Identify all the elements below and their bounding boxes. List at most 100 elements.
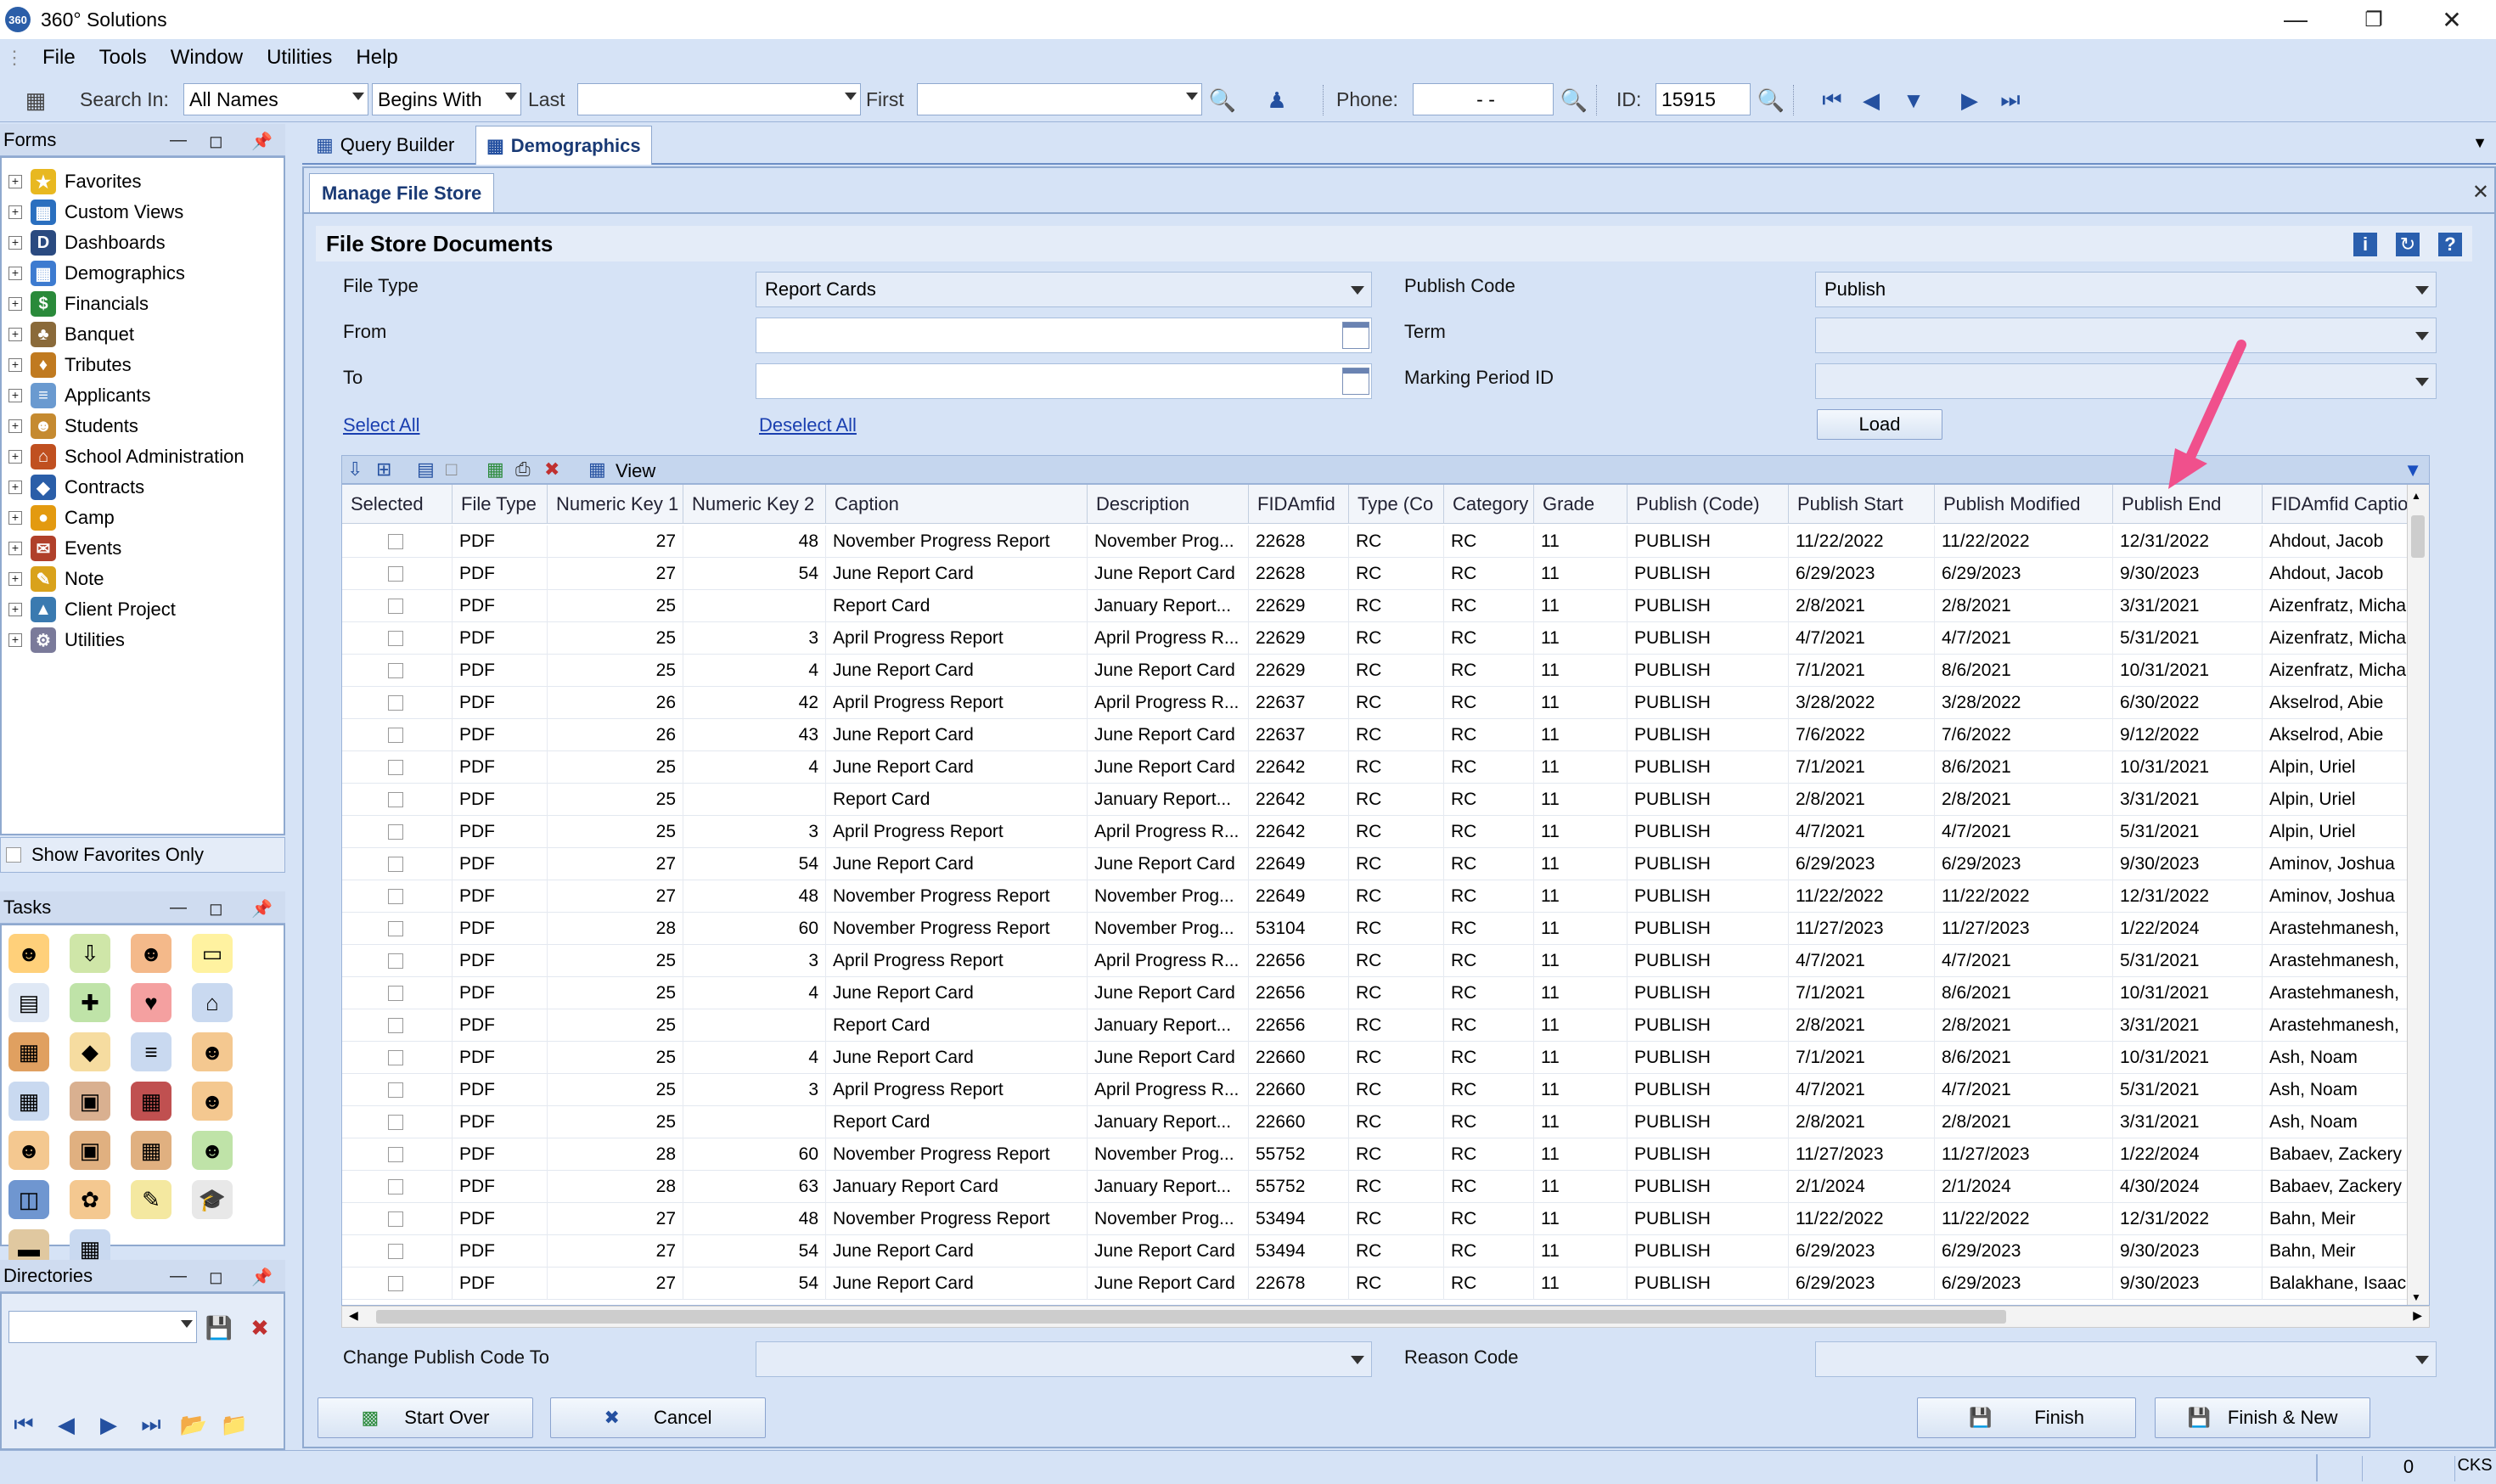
row-select-checkbox[interactable] xyxy=(388,1050,403,1065)
tree-item-students[interactable]: + ☻ Students xyxy=(8,411,138,441)
expand-icon[interactable]: + xyxy=(8,175,22,188)
to-date-input[interactable] xyxy=(756,363,1372,399)
dir-previous-icon[interactable]: ◀ xyxy=(51,1409,82,1440)
panel-minimize-button[interactable]: — xyxy=(170,131,187,150)
column-header[interactable]: FIDAmfid xyxy=(1249,485,1349,524)
close-button[interactable]: ✕ xyxy=(2418,0,2486,39)
finish-button[interactable]: 💾 Finish xyxy=(1917,1397,2136,1438)
column-header[interactable]: Description xyxy=(1088,485,1249,524)
calendar-icon[interactable] xyxy=(1342,322,1369,349)
menu-file[interactable]: File xyxy=(42,46,76,70)
horizontal-scrollbar[interactable]: ◀ ▶ xyxy=(341,1306,2430,1328)
column-header[interactable]: Grade xyxy=(1534,485,1627,524)
task-map-icon[interactable]: ✚ xyxy=(70,983,110,1022)
expand-icon[interactable]: + xyxy=(8,450,22,464)
folder-open-icon[interactable]: 📂 xyxy=(178,1409,209,1440)
task-folder-icon[interactable]: ▦ xyxy=(8,1032,49,1071)
row-select-checkbox[interactable] xyxy=(388,1276,403,1291)
id-search-icon[interactable]: 🔍 xyxy=(1756,85,1786,115)
table-row[interactable]: PDF 25 3 April Progress Report April Progres… xyxy=(342,945,2429,977)
menu-window[interactable]: Window xyxy=(171,46,243,70)
expand-icon[interactable]: + xyxy=(8,542,22,555)
row-select-checkbox[interactable] xyxy=(388,889,403,904)
row-select-checkbox[interactable] xyxy=(388,857,403,872)
task-people-icon[interactable]: ☻ xyxy=(192,1082,233,1121)
delete-directory-icon[interactable]: ✖ xyxy=(245,1313,275,1343)
table-row[interactable]: PDF 28 63 January Report Card January Report… xyxy=(342,1171,2429,1203)
row-select-checkbox[interactable] xyxy=(388,1147,403,1162)
folder-delete-icon[interactable]: 📁 xyxy=(219,1409,250,1440)
row-select-checkbox[interactable] xyxy=(388,760,403,775)
view-icon[interactable]: ▦ xyxy=(588,458,606,481)
column-header[interactable]: Selected xyxy=(342,485,453,524)
panel-minimize-button[interactable]: — xyxy=(170,1267,187,1286)
columns-icon[interactable]: ▤ xyxy=(417,458,435,481)
tab-query-builder[interactable]: ▦ Query Builder xyxy=(306,126,464,165)
find-icon[interactable]: 🔍 xyxy=(1207,85,1238,115)
task-contact-icon[interactable]: ☻ xyxy=(131,934,171,973)
row-select-checkbox[interactable] xyxy=(388,663,403,678)
start-over-button[interactable]: ▩ Start Over xyxy=(318,1397,533,1438)
task-graduation-cap-icon[interactable]: 🎓 xyxy=(192,1180,233,1219)
panel-maximize-button[interactable]: ◻ xyxy=(209,131,223,152)
row-select-checkbox[interactable] xyxy=(388,953,403,969)
scroll-up-icon[interactable]: ▲ xyxy=(2411,490,2421,502)
task-download-icon[interactable]: ⇩ xyxy=(70,934,110,973)
grid-layout-icon[interactable]: ⊞ xyxy=(376,458,391,481)
row-select-checkbox[interactable] xyxy=(388,534,403,549)
phone-search-icon[interactable]: 🔍 xyxy=(1559,85,1589,115)
search-in-select[interactable]: All Names xyxy=(183,83,368,115)
excel-icon[interactable]: ▦ xyxy=(486,458,504,481)
table-row[interactable]: PDF 27 54 June Report Card June Report Card 2… xyxy=(342,558,2429,590)
column-header[interactable]: File Type xyxy=(453,485,548,524)
tree-item-banquet[interactable]: + ♣ Banquet xyxy=(8,319,134,350)
first-name-input[interactable] xyxy=(917,83,1202,115)
table-row[interactable]: PDF 25 4 June Report Card June Report Card 22… xyxy=(342,1042,2429,1074)
table-row[interactable]: PDF 27 48 November Progress Report November … xyxy=(342,880,2429,913)
menu-tools[interactable]: Tools xyxy=(99,46,147,70)
expand-icon[interactable]: + xyxy=(8,603,22,616)
last-record-icon[interactable]: ⏭ xyxy=(1995,85,2026,115)
save-directory-icon[interactable]: 💾 xyxy=(204,1313,234,1343)
file-type-select[interactable]: Report Cards xyxy=(756,272,1372,307)
table-row[interactable]: PDF 25 3 April Progress Report April Progres… xyxy=(342,816,2429,848)
row-select-checkbox[interactable] xyxy=(388,631,403,646)
panel-minimize-button[interactable]: — xyxy=(170,898,187,918)
table-row[interactable]: PDF 25 3 April Progress Report April Progres… xyxy=(342,1074,2429,1106)
tree-item-events[interactable]: + ✉ Events xyxy=(8,533,121,564)
expand-icon[interactable]: + xyxy=(8,358,22,372)
tree-item-financials[interactable]: + $ Financials xyxy=(8,289,149,319)
table-row[interactable]: PDF 25 4 June Report Card June Report Card 22… xyxy=(342,655,2429,687)
task-note-icon[interactable]: ▭ xyxy=(192,934,233,973)
from-date-input[interactable] xyxy=(756,318,1372,353)
column-header[interactable]: Numeric Key 2 xyxy=(683,485,826,524)
row-select-checkbox[interactable] xyxy=(388,792,403,807)
task-target-icon[interactable]: ✿ xyxy=(70,1180,110,1219)
table-row[interactable]: PDF 27 48 November Progress Report November … xyxy=(342,1203,2429,1235)
table-row[interactable]: PDF 25 4 June Report Card June Report Card 22… xyxy=(342,751,2429,784)
row-select-checkbox[interactable] xyxy=(388,1115,403,1130)
row-select-checkbox[interactable] xyxy=(388,986,403,1001)
panel-pin-icon[interactable]: 📌 xyxy=(251,1267,273,1288)
table-row[interactable]: PDF 27 48 November Progress Report November … xyxy=(342,526,2429,558)
expand-icon[interactable]: + xyxy=(8,389,22,402)
search-panel-icon[interactable]: ▦ xyxy=(20,85,51,115)
tree-item-demographics[interactable]: + ▦ Demographics xyxy=(8,258,185,289)
column-header[interactable]: Caption xyxy=(826,485,1088,524)
next-record-icon[interactable]: ▶ xyxy=(1954,85,1985,115)
task-books-icon[interactable]: ▦ xyxy=(131,1082,171,1121)
close-subtab-icon[interactable]: ✕ xyxy=(2472,180,2489,205)
info-icon[interactable]: i xyxy=(2353,233,2377,256)
tree-item-camp[interactable]: + ● Camp xyxy=(8,503,115,533)
expand-icon[interactable]: + xyxy=(8,419,22,433)
table-row[interactable]: PDF 25 Report Card January Report... 22656 RC… xyxy=(342,1009,2429,1042)
remove-filter-icon[interactable]: ✖ xyxy=(544,458,559,481)
task-calendar-icon[interactable]: ▦ xyxy=(8,1082,49,1121)
panel-pin-icon[interactable]: 📌 xyxy=(251,898,273,919)
tab-list-chevron-icon[interactable]: ▼ xyxy=(2472,134,2488,152)
table-row[interactable]: PDF 25 4 June Report Card June Report Card 22… xyxy=(342,977,2429,1009)
match-type-select[interactable]: Begins With xyxy=(372,83,521,115)
row-select-checkbox[interactable] xyxy=(388,1179,403,1195)
expand-icon[interactable]: + xyxy=(8,236,22,250)
subtab-manage-file-store[interactable]: Manage File Store xyxy=(309,173,495,212)
